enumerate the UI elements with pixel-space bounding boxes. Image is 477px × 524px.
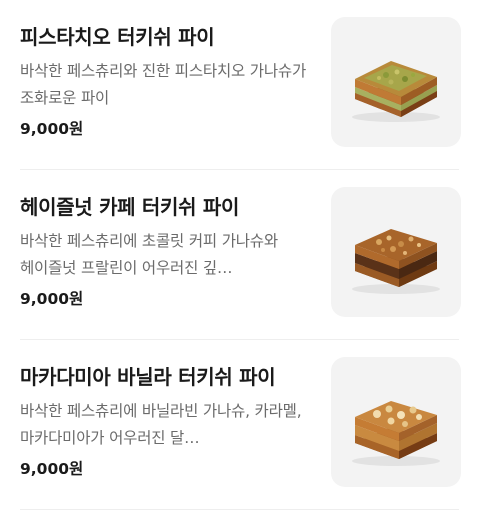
pistachio-pie-illustration (352, 61, 440, 122)
menu-item-name: 마카다미아 바닐라 터키쉬 파이 (20, 365, 276, 389)
menu-item-description: 바삭한 페스츄리에 바닐라빈 가나슈, 카라멜, 마카다미아가 어우러진 달… (20, 402, 302, 447)
menu-item-price: 9,000원 (20, 460, 84, 478)
hazelnut-pie-illustration (352, 229, 440, 294)
divider (20, 509, 459, 510)
menu-item-price: 9,000원 (20, 290, 84, 308)
menu-item-pistachio-pie[interactable]: 피스타치오 터키쉬 파이 바삭한 페스츄리와 진한 피스타치오 가나슈가 조화로… (0, 0, 477, 170)
hazelnut-cafe-turkish-pie-image[interactable] (331, 187, 461, 317)
menu-item-macadamia-pie[interactable]: 마카다미아 바닐라 터키쉬 파이 바삭한 페스츄리에 바닐라빈 가나슈, 카라멜… (0, 340, 477, 510)
menu-item-description: 바삭한 페스츄리와 진한 피스타치오 가나슈가 조화로운 파이 (20, 62, 307, 107)
menu-list: 피스타치오 터키쉬 파이 바삭한 페스츄리와 진한 피스타치오 가나슈가 조화로… (0, 0, 477, 510)
menu-item-hazelnut-pie[interactable]: 헤이즐넛 카페 터키쉬 파이 바삭한 페스츄리에 초콜릿 커피 가나슈와 헤이즐… (0, 170, 477, 340)
menu-item-info: 헤이즐넛 카페 터키쉬 파이 바삭한 페스츄리에 초콜릿 커피 가나슈와 헤이즐… (20, 192, 316, 312)
menu-item-description: 바삭한 페스츄리에 초콜릿 커피 가나슈와 헤이즐넛 프랄린이 어우러진 깊… (20, 232, 278, 277)
menu-item-info: 마카다미아 바닐라 터키쉬 파이 바삭한 페스츄리에 바닐라빈 가나슈, 카라멜… (20, 362, 316, 482)
pistachio-turkish-pie-image[interactable] (331, 17, 461, 147)
macadamia-pie-illustration (352, 401, 440, 466)
menu-item-name: 헤이즐넛 카페 터키쉬 파이 (20, 195, 240, 219)
macadamia-vanilla-turkish-pie-image[interactable] (331, 357, 461, 487)
menu-item-info: 피스타치오 터키쉬 파이 바삭한 페스츄리와 진한 피스타치오 가나슈가 조화로… (20, 22, 316, 142)
menu-item-price: 9,000원 (20, 120, 84, 138)
menu-item-name: 피스타치오 터키쉬 파이 (20, 25, 215, 49)
